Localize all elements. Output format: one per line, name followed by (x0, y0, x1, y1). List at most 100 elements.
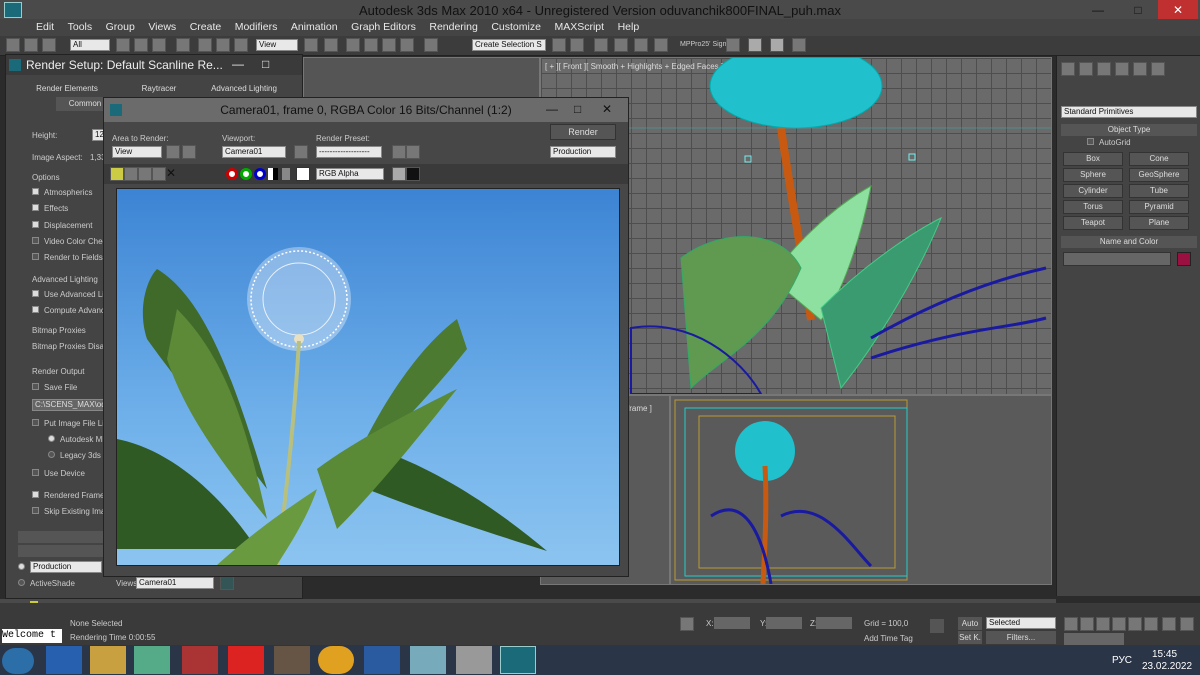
auto-key-button[interactable]: Auto (958, 617, 982, 630)
render-setup-small-icon[interactable] (392, 145, 406, 159)
object-color-swatch[interactable] (1177, 252, 1191, 266)
tab-advanced-lighting[interactable]: Advanced Lighting (196, 81, 292, 97)
snap-icon[interactable] (346, 38, 360, 52)
swatch-icon[interactable] (296, 167, 310, 181)
monochrome-icon[interactable] (282, 168, 290, 180)
ref-coord-dropdown[interactable]: View (256, 39, 298, 51)
tube-button[interactable]: Tube (1129, 184, 1189, 198)
key-filters-button[interactable]: Filters... (986, 631, 1056, 644)
render-button[interactable]: Render (550, 124, 616, 140)
menu-tools[interactable]: Tools (68, 19, 93, 35)
toggle-overlay-icon[interactable] (406, 167, 420, 181)
clock-date[interactable]: 23.02.2022 (1142, 661, 1192, 672)
word-icon[interactable] (364, 646, 400, 674)
named-selection-dropdown[interactable]: Create Selection S (472, 39, 546, 51)
set-key-button[interactable]: Set K. (958, 631, 982, 644)
x-coord-field[interactable] (714, 617, 750, 629)
channel-display-dropdown[interactable]: RGB Alpha (316, 168, 384, 180)
maximize-button[interactable]: □ (1118, 0, 1158, 20)
align-icon[interactable] (570, 38, 584, 52)
render-setup-minimize[interactable]: — (232, 57, 244, 71)
spinner-snap-icon[interactable] (400, 38, 414, 52)
pyramid-button[interactable]: Pyramid (1129, 200, 1189, 214)
toggle-ui-icon[interactable] (392, 167, 406, 181)
menu-group[interactable]: Group (106, 19, 135, 35)
3dsmax-taskbar-icon[interactable] (500, 646, 536, 674)
render-setup-icon[interactable] (726, 38, 740, 52)
menu-animation[interactable]: Animation (291, 19, 338, 35)
effects-checkbox[interactable]: Effects (32, 204, 68, 213)
rect-select-icon[interactable] (152, 38, 166, 52)
activeshade-radio[interactable]: ActiveShade (18, 579, 75, 588)
torus-button[interactable]: Torus (1063, 200, 1123, 214)
utilities-tab-icon[interactable] (1151, 62, 1165, 76)
select-icon[interactable] (116, 38, 130, 52)
object-type-rollout[interactable]: Object Type (1061, 124, 1197, 136)
menu-edit[interactable]: Edit (36, 19, 54, 35)
atmospherics-checkbox[interactable]: Atmospherics (32, 188, 92, 197)
go-to-end-icon[interactable] (1128, 617, 1142, 631)
key-icon[interactable] (930, 619, 944, 633)
category-dropdown[interactable]: Standard Primitives (1061, 106, 1197, 118)
tab-raytracer[interactable]: Raytracer (122, 81, 196, 97)
named-selection-icon[interactable] (424, 38, 438, 52)
rendered-frame-icon[interactable] (748, 38, 762, 52)
production-dropdown[interactable]: Production (30, 561, 102, 573)
frame-window-maximize[interactable]: □ (574, 102, 581, 116)
explorer-icon[interactable] (90, 646, 126, 674)
pivot-icon[interactable] (304, 38, 318, 52)
chrome-icon[interactable] (318, 646, 354, 674)
schematic-icon[interactable] (634, 38, 648, 52)
selection-filter-dropdown[interactable]: All (70, 39, 110, 51)
z-coord-field[interactable] (816, 617, 852, 629)
use-device-checkbox[interactable]: Use Device (32, 469, 85, 478)
name-color-rollout[interactable]: Name and Color (1061, 236, 1197, 248)
views-dropdown[interactable]: Camera01 (136, 577, 214, 589)
save-image-icon[interactable] (110, 167, 124, 181)
box-button[interactable]: Box (1063, 152, 1123, 166)
pan-icon[interactable] (1144, 617, 1158, 631)
hierarchy-tab-icon[interactable] (1097, 62, 1111, 76)
scale-icon[interactable] (234, 38, 248, 52)
production-radio[interactable] (18, 563, 30, 572)
menu-rendering[interactable]: Rendering (429, 19, 477, 35)
current-frame-field[interactable] (1064, 633, 1124, 645)
prev-frame-icon[interactable] (1080, 617, 1094, 631)
menu-customize[interactable]: Customize (491, 19, 541, 35)
lock-selection-icon[interactable] (680, 617, 694, 631)
language-indicator[interactable]: РУС (1112, 655, 1132, 666)
go-to-start-icon[interactable] (1064, 617, 1078, 631)
frame-window-minimize[interactable]: — (546, 102, 558, 116)
lock-view-icon[interactable] (220, 576, 234, 590)
link-icon[interactable] (42, 38, 56, 52)
menu-create[interactable]: Create (190, 19, 222, 35)
tab-render-elements[interactable]: Render Elements (12, 81, 122, 97)
video-color-check-checkbox[interactable]: Video Color Check (32, 237, 111, 246)
modify-tab-icon[interactable] (1079, 62, 1093, 76)
app-icon-1[interactable] (134, 646, 170, 674)
move-icon[interactable] (198, 38, 212, 52)
calculator-icon[interactable] (456, 646, 492, 674)
menu-modifiers[interactable]: Modifiers (235, 19, 278, 35)
object-name-field[interactable] (1063, 252, 1171, 266)
geosphere-button[interactable]: GeoSphere (1129, 168, 1189, 182)
camera-app-icon[interactable] (228, 646, 264, 674)
minimize-button[interactable]: — (1078, 0, 1118, 20)
sphere-button[interactable]: Sphere (1063, 168, 1123, 182)
mirror-icon[interactable] (552, 38, 566, 52)
start-button[interactable] (2, 648, 34, 674)
auto-region-icon[interactable] (182, 145, 196, 159)
viewport-dropdown[interactable]: Camera01 (222, 146, 286, 158)
create-tab-icon[interactable] (1061, 62, 1075, 76)
add-time-tag[interactable]: Add Time Tag (864, 634, 913, 643)
edit-region-icon[interactable] (166, 145, 180, 159)
notepad-icon[interactable] (410, 646, 446, 674)
rotate-icon[interactable] (216, 38, 230, 52)
menu-views[interactable]: Views (148, 19, 176, 35)
teapot-button[interactable]: Teapot (1063, 216, 1123, 230)
percent-snap-icon[interactable] (382, 38, 396, 52)
zoom-icon[interactable] (1180, 617, 1194, 631)
layer-manager-icon[interactable] (594, 38, 608, 52)
speaker-app2-icon[interactable] (274, 646, 310, 674)
manipulate-icon[interactable] (324, 38, 338, 52)
